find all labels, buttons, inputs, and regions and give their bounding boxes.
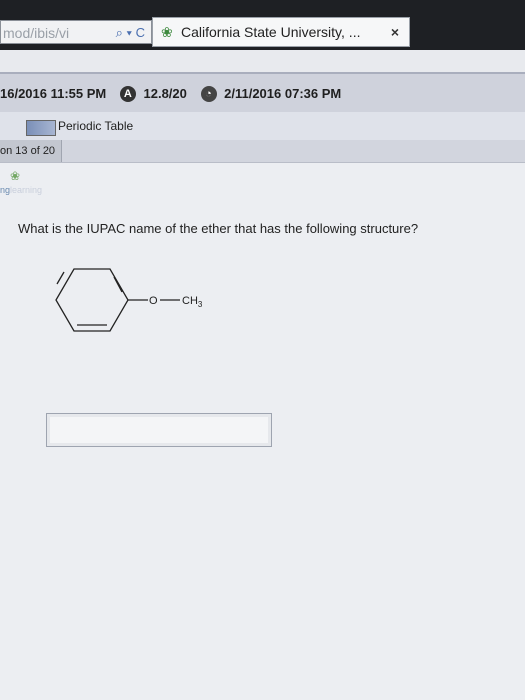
methyl-subscript: 3 [198, 300, 203, 309]
assignment-date: 16/2016 11:55 PM [0, 85, 107, 101]
clock-icon: ◔ [200, 85, 217, 102]
assignment-info-bar: 16/2016 11:55 PM A 12.8/20 ◔ 2/11/2016 0… [0, 72, 525, 114]
double-bond-top [56, 271, 65, 285]
leaf-logo-icon: ❀ [10, 169, 21, 183]
double-bond-right [113, 276, 123, 293]
brand-logo: nglearning [0, 185, 42, 195]
methyl-label: CH3 [182, 295, 203, 309]
periodic-table-link[interactable]: Periodic Table [58, 112, 133, 140]
question-panel: ❀ nglearning What is the IUPAC name of t… [0, 163, 525, 700]
score-text: 12.8/20 [143, 85, 187, 101]
leaf-favicon-icon: ❀ [161, 24, 173, 40]
answer-field[interactable] [46, 413, 272, 447]
address-bar[interactable]: mod/ibis/vi ⌕ ▾ C [0, 20, 152, 44]
browser-tab-bar: mod/ibis/vi ⌕ ▾ C ❀ California State Uni… [0, 0, 525, 50]
brand-suffix: learning [10, 185, 43, 195]
periodic-table-icon[interactable] [26, 120, 56, 136]
brand-prefix: ng [0, 185, 11, 195]
tab-title: California State University, ... [181, 24, 361, 40]
page: 16/2016 11:55 PM A 12.8/20 ◔ 2/11/2016 0… [0, 50, 525, 700]
score-badge-icon: A [119, 85, 136, 102]
chemical-structure: O CH3 [55, 268, 203, 332]
toolbar: Periodic Table [0, 112, 525, 140]
url-text: mod/ibis/vi [3, 25, 70, 41]
due-date-text: 2/11/2016 07:36 PM [224, 85, 342, 101]
close-tab-icon[interactable]: × [391, 18, 399, 46]
oxygen-label: O [149, 295, 158, 307]
question-nav: on 13 of 20 [0, 140, 525, 163]
benzene-ring [55, 268, 129, 332]
question-counter: on 13 of 20 [0, 140, 63, 162]
question-prompt: What is the IUPAC name of the ether that… [18, 221, 419, 236]
search-refresh-icons[interactable]: ⌕ ▾ C [116, 21, 145, 43]
methyl-ch: CH [182, 295, 198, 307]
answer-input[interactable] [47, 414, 271, 446]
browser-tab[interactable]: ❀ California State University, ... × [152, 17, 410, 47]
